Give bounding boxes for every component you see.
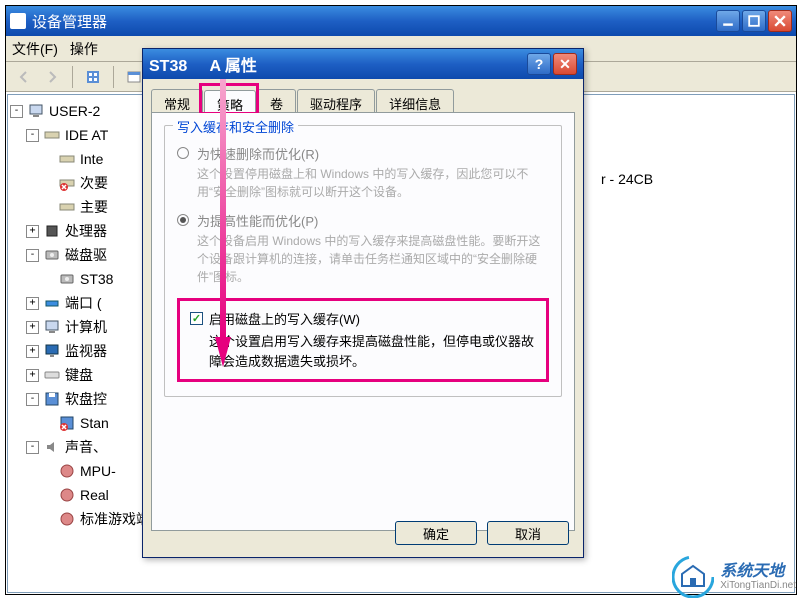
checkbox-write-cache-desc: 这个设置启用写入缓存来提高磁盘性能，但停电或仪器故障会造成数据遗失或损坏。 — [209, 332, 536, 371]
dialog-close-button[interactable]: ✕ — [553, 53, 577, 75]
watermark-logo-icon — [672, 556, 714, 598]
tree-item[interactable]: 次要 — [80, 171, 108, 195]
tab-policy[interactable]: 策略 — [204, 90, 256, 113]
tab-volumes[interactable]: 卷 — [257, 89, 296, 112]
tree-toggle[interactable]: + — [26, 369, 39, 382]
tree-item[interactable]: MPU- — [80, 459, 116, 483]
radio-performance-label: 为提高性能而优化(P) — [197, 211, 318, 230]
dialog-titlebar[interactable]: ST38 A 属性 ? ✕ — [143, 49, 583, 79]
tree-toggle[interactable]: - — [26, 249, 39, 262]
tree-item[interactable]: ST38 — [80, 267, 113, 291]
radio-quick-removal[interactable] — [177, 147, 189, 159]
tree-toggle[interactable]: + — [26, 345, 39, 358]
tree-item[interactable]: 软盘控 — [65, 387, 107, 411]
views-button[interactable] — [81, 65, 105, 89]
computer-icon — [43, 319, 61, 335]
dialog-title-suffix: A 属性 — [209, 58, 256, 75]
watermark: 系统天地 XiTongTianDi.net — [672, 556, 796, 598]
tree-toggle[interactable]: - — [26, 129, 39, 142]
tree-item[interactable]: Real — [80, 483, 109, 507]
annotation-highlight-checkbox: ✓ 启用磁盘上的写入缓存(W) 这个设置启用写入缓存来提高磁盘性能，但停电或仪器… — [177, 298, 549, 382]
radio-performance-desc: 这个设备启用 Windows 中的写入缓存来提高磁盘性能。要断开这个设备跟计算机… — [197, 232, 549, 286]
tree-toggle[interactable]: - — [26, 441, 39, 454]
watermark-text: 系统天地 — [720, 563, 796, 581]
radio-quick-removal-desc: 这个设置停用磁盘上和 Windows 中的写入缓存，因此您可以不用“安全删除”图… — [197, 165, 549, 201]
tree-toggle[interactable]: - — [26, 393, 39, 406]
checkbox-write-cache-label: 启用磁盘上的写入缓存(W) — [209, 309, 360, 328]
tree-item[interactable]: 计算机 — [65, 315, 107, 339]
floppy-icon — [43, 391, 61, 407]
menu-file[interactable]: 文件(F) — [12, 39, 58, 59]
tree-item[interactable]: 声音、 — [65, 435, 107, 459]
close-button[interactable] — [768, 10, 792, 32]
tree-item[interactable]: Stan — [80, 411, 109, 435]
dialog-title-prefix: ST38 — [149, 58, 187, 75]
truncated-device-text: r - 24CB — [601, 171, 653, 187]
tree-item[interactable]: IDE AT — [65, 123, 108, 147]
policy-panel: 写入缓存和安全删除 为快速删除而优化(R) 这个设置停用磁盘上和 Windows… — [151, 113, 575, 531]
port-icon — [43, 295, 61, 311]
controller-error-icon — [58, 175, 76, 191]
toolbar-separator — [72, 66, 73, 88]
help-button[interactable]: ? — [527, 53, 551, 75]
tree-item[interactable]: Inte — [80, 147, 103, 171]
tree-toggle[interactable]: - — [10, 105, 23, 118]
disk-icon — [58, 271, 76, 287]
tree-toggle[interactable]: + — [26, 297, 39, 310]
tree-item[interactable]: 端口 ( — [65, 291, 102, 315]
tree-toggle[interactable]: + — [26, 225, 39, 238]
forward-button[interactable] — [40, 65, 64, 89]
tree-item[interactable]: 磁盘驱 — [65, 243, 107, 267]
write-cache-group: 写入缓存和安全删除 为快速删除而优化(R) 这个设置停用磁盘上和 Windows… — [164, 125, 562, 397]
dialog-title: ST38 A 属性 — [149, 52, 525, 76]
floppy-error-icon — [58, 415, 76, 431]
controller-icon — [58, 199, 76, 215]
watermark-url: XiTongTianDi.net — [720, 580, 796, 591]
radio-quick-removal-label: 为快速删除而优化(R) — [197, 144, 319, 163]
keyboard-icon — [43, 367, 61, 383]
tree-root[interactable]: USER-2 — [49, 99, 100, 123]
tree-item[interactable]: 处理器 — [65, 219, 107, 243]
properties-dialog: ST38 A 属性 ? ✕ 常规 策略 卷 驱动程序 详细信息 写入缓存和安全删… — [142, 48, 584, 558]
tree-item[interactable]: 键盘 — [65, 363, 93, 387]
disk-icon — [43, 247, 61, 263]
cancel-button[interactable]: 取消 — [487, 521, 569, 545]
audio-device-icon — [58, 511, 76, 527]
toolbar-separator — [113, 66, 114, 88]
controller-icon — [43, 127, 61, 143]
minimize-button[interactable] — [716, 10, 740, 32]
monitor-icon — [43, 343, 61, 359]
audio-device-icon — [58, 463, 76, 479]
sound-icon — [43, 439, 61, 455]
cpu-icon — [43, 223, 61, 239]
group-title: 写入缓存和安全删除 — [173, 117, 298, 136]
app-icon — [10, 13, 26, 29]
maximize-button[interactable] — [742, 10, 766, 32]
tab-details[interactable]: 详细信息 — [376, 89, 454, 112]
tab-driver[interactable]: 驱动程序 — [297, 89, 375, 112]
tree-item[interactable]: 监视器 — [65, 339, 107, 363]
checkbox-write-cache[interactable]: ✓ — [190, 312, 203, 325]
ok-button[interactable]: 确定 — [395, 521, 477, 545]
menu-action[interactable]: 操作 — [70, 39, 98, 59]
controller-icon — [58, 151, 76, 167]
dialog-button-row: 确定 取消 — [395, 521, 569, 545]
tree-toggle[interactable]: + — [26, 321, 39, 334]
main-titlebar[interactable]: 设备管理器 — [6, 6, 796, 36]
tab-strip: 常规 策略 卷 驱动程序 详细信息 — [151, 89, 575, 113]
computer-icon — [27, 103, 45, 119]
back-button[interactable] — [12, 65, 36, 89]
radio-performance[interactable] — [177, 214, 189, 226]
tab-general[interactable]: 常规 — [151, 89, 203, 112]
tree-item[interactable]: 主要 — [80, 195, 108, 219]
main-title: 设备管理器 — [32, 11, 716, 32]
audio-device-icon — [58, 487, 76, 503]
